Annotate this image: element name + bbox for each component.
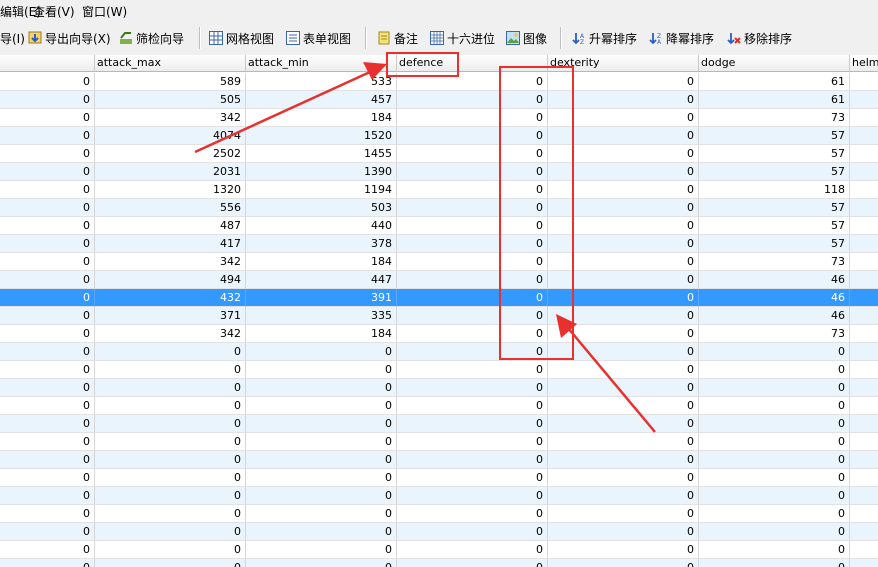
annotation-arrows xyxy=(194,62,656,433)
annotation-arrow-to-values xyxy=(556,314,656,433)
annotation-arrow-to-header xyxy=(194,62,387,154)
